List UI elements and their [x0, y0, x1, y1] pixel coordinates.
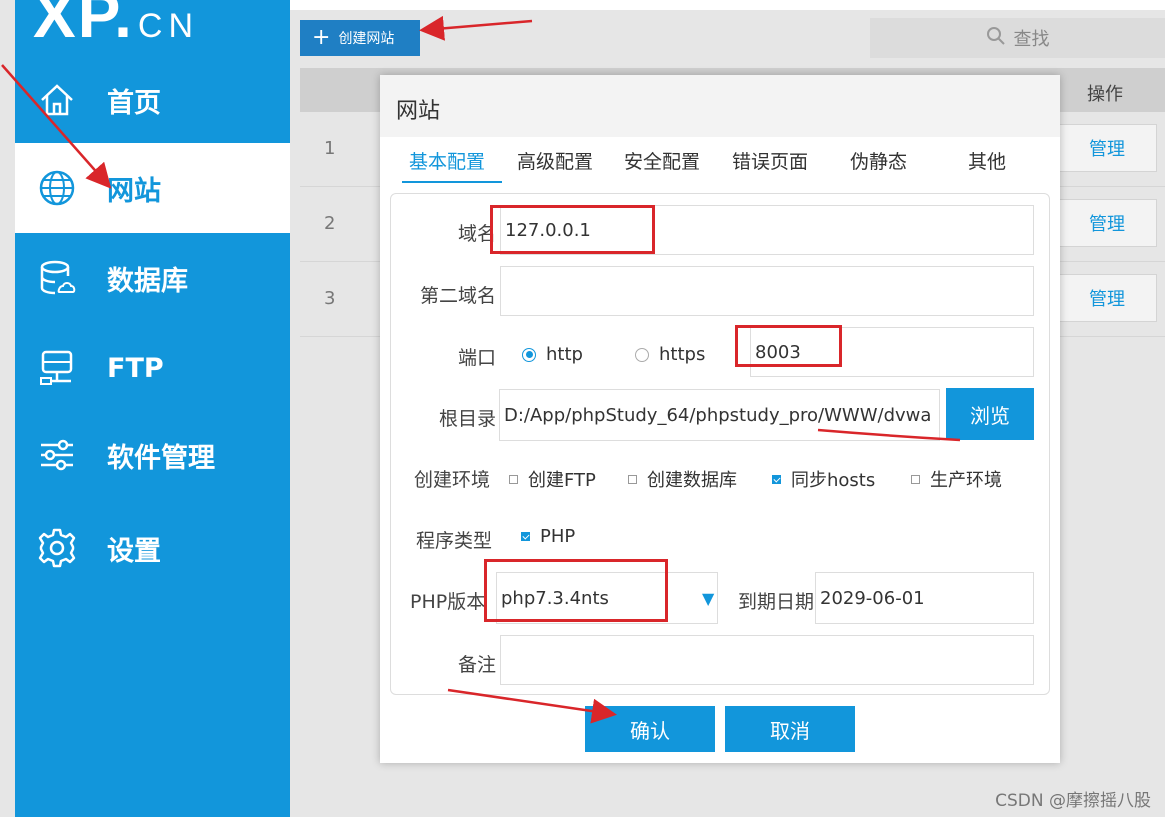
- php-version-label: PHP版本: [410, 591, 486, 613]
- tab-security-config[interactable]: 安全配置: [624, 147, 700, 183]
- arrow-to-create-button: [419, 15, 533, 41]
- domain-label: 域名: [457, 223, 496, 245]
- production-env-checkbox[interactable]: 生产环境: [911, 466, 1002, 492]
- sidebar-item-label: 数据库: [107, 265, 188, 297]
- sliders-icon: [35, 433, 79, 477]
- create-database-checkbox[interactable]: 创建数据库: [628, 466, 737, 492]
- https-radio[interactable]: https: [635, 344, 705, 365]
- checkbox-box: [911, 474, 920, 484]
- row-number: 3: [324, 288, 336, 309]
- sidebar-item-label: 首页: [107, 87, 161, 119]
- expiry-label: 到期日期: [737, 591, 814, 613]
- browse-button[interactable]: 浏览: [946, 388, 1034, 440]
- annotation-box-domain: [490, 205, 655, 254]
- tab-basic-config[interactable]: 基本配置: [402, 147, 502, 183]
- sidebar-item-database[interactable]: 数据库: [15, 233, 290, 323]
- checkbox-label: 生产环境: [930, 470, 1002, 491]
- expiry-date-input[interactable]: 2029-06-01: [815, 572, 1034, 624]
- radio-dot: [635, 347, 649, 362]
- sidebar-item-label: 网站: [107, 175, 161, 207]
- manage-button[interactable]: 管理: [1057, 124, 1157, 172]
- checkbox-box: [521, 532, 530, 541]
- server-icon: [35, 346, 79, 390]
- note-input[interactable]: [500, 635, 1034, 685]
- globe-icon: [35, 166, 79, 210]
- checkbox-box: [509, 474, 518, 484]
- manage-button[interactable]: 管理: [1057, 274, 1157, 322]
- checkbox-label: 同步hosts: [791, 470, 876, 491]
- create-ftp-checkbox[interactable]: 创建FTP: [509, 466, 596, 492]
- search-icon: [986, 26, 1006, 51]
- annotation-box-port: [735, 325, 842, 367]
- second-domain-input[interactable]: [500, 266, 1034, 316]
- plus-icon: +: [312, 25, 331, 50]
- dialog-title: 网站: [380, 75, 1060, 137]
- create-website-label: 创建网站: [338, 31, 395, 47]
- second-domain-label: 第二域名: [419, 285, 496, 307]
- checkbox-box: [772, 474, 781, 484]
- http-radio[interactable]: http: [522, 344, 583, 365]
- sidebar-item-label: 设置: [107, 535, 161, 567]
- column-header-actions: 操作: [1087, 84, 1123, 105]
- row-number: 1: [324, 138, 336, 159]
- row-number: 2: [324, 213, 336, 234]
- database-icon: [35, 256, 79, 300]
- search-label: 查找: [1013, 29, 1050, 50]
- sidebar-item-home[interactable]: 首页: [15, 55, 290, 145]
- sidebar-item-website[interactable]: 网站: [15, 143, 290, 233]
- tab-other[interactable]: 其他: [968, 147, 1006, 183]
- port-label: 端口: [457, 347, 496, 369]
- note-label: 备注: [457, 654, 496, 676]
- program-type-label: 程序类型: [416, 530, 493, 552]
- sidebar: XP. CN 首页 网站 数据库 FTP 软件管理 设置: [15, 0, 290, 817]
- http-radio-label: http: [546, 344, 583, 365]
- tab-advanced-config[interactable]: 高级配置: [517, 147, 593, 183]
- sidebar-item-label: FTP: [107, 352, 164, 384]
- sidebar-item-label: 软件管理: [107, 442, 215, 474]
- checkbox-box: [628, 474, 637, 484]
- tab-rewrite[interactable]: 伪静态: [850, 147, 907, 183]
- website-dialog: 网站 基本配置 高级配置 安全配置 错误页面 伪静态 其他 域名 127.0.0…: [380, 75, 1060, 763]
- annotation-box-php-version: [484, 559, 668, 622]
- checkbox-label: PHP: [540, 526, 576, 547]
- php-checkbox[interactable]: PHP: [521, 526, 575, 547]
- logo: XP. CN: [33, 0, 200, 51]
- radio-dot: [522, 347, 536, 362]
- gear-icon: [35, 526, 79, 570]
- manage-button[interactable]: 管理: [1057, 199, 1157, 247]
- env-label: 创建环境: [414, 469, 491, 491]
- root-dir-label: 根目录: [438, 408, 496, 430]
- home-icon: [35, 78, 79, 122]
- confirm-button[interactable]: 确认: [585, 706, 715, 752]
- chevron-down-icon: ▼: [702, 589, 715, 608]
- root-dir-input[interactable]: D:/App/phpStudy_64/phpstudy_pro/WWW/dvwa: [499, 389, 940, 441]
- sidebar-item-ftp[interactable]: FTP: [15, 323, 290, 413]
- sidebar-item-software[interactable]: 软件管理: [15, 410, 290, 500]
- tab-error-pages[interactable]: 错误页面: [732, 147, 808, 183]
- checkbox-label: 创建数据库: [647, 470, 737, 491]
- cancel-button[interactable]: 取消: [725, 706, 855, 752]
- create-website-button[interactable]: + 创建网站: [300, 20, 420, 56]
- https-radio-label: https: [659, 344, 706, 365]
- watermark: CSDN @摩擦摇八股: [995, 791, 1151, 811]
- search-button[interactable]: 查找: [870, 18, 1165, 58]
- checkbox-label: 创建FTP: [528, 470, 596, 491]
- sidebar-item-settings[interactable]: 设置: [15, 503, 290, 593]
- top-strip: [290, 0, 1165, 10]
- sync-hosts-checkbox[interactable]: 同步hosts: [772, 466, 875, 492]
